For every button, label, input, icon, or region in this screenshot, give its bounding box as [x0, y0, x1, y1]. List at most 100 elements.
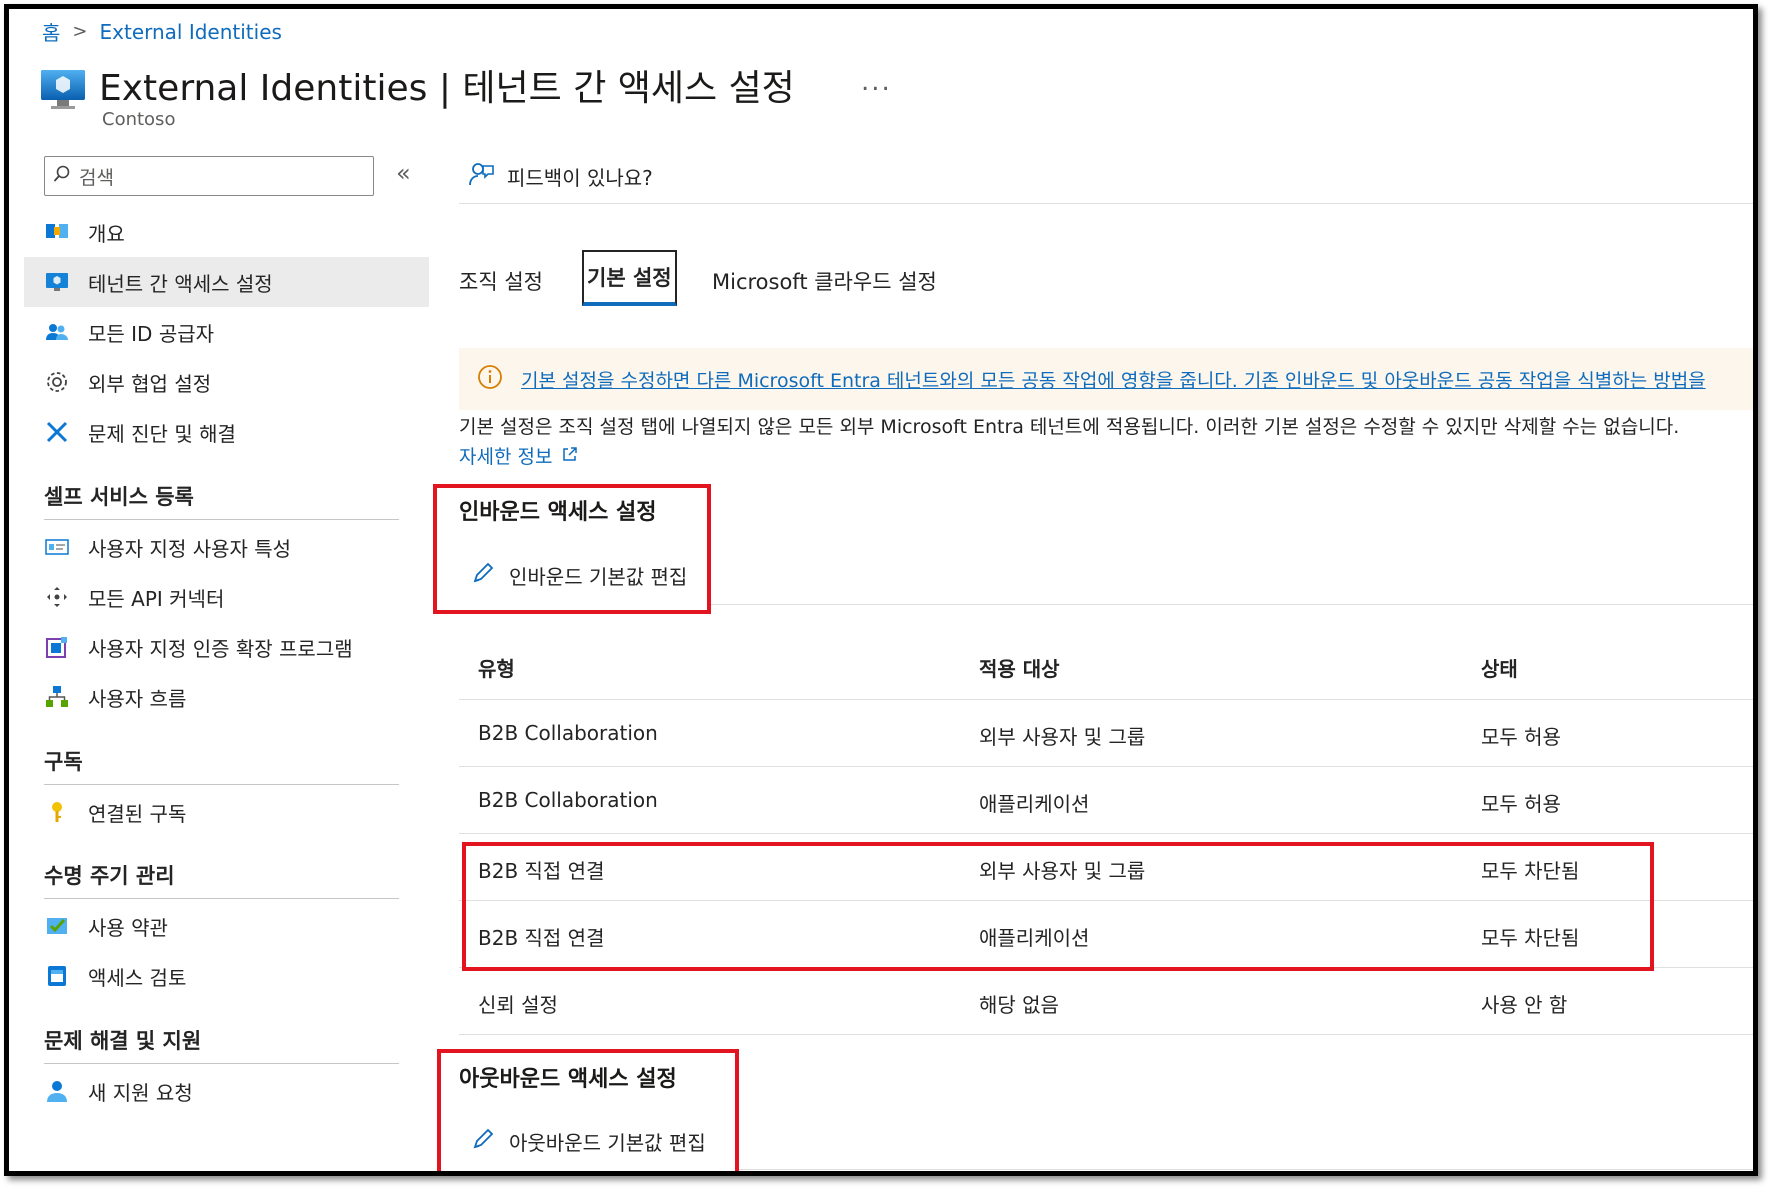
pencil-icon [471, 561, 495, 590]
monitor-icon [39, 64, 87, 112]
portal-frame: 홈 > External Identities External Identit… [4, 4, 1758, 1176]
edit-inbound-defaults-button[interactable]: 인바운드 기본값 편집 [471, 561, 687, 590]
checklist-icon [44, 913, 70, 939]
sidebar-item-label: 모든 ID 공급자 [88, 321, 215, 346]
sidebar-item-cross-tenant-access[interactable]: 테넌트 간 액세스 설정 [24, 257, 429, 307]
sidebar-item-label: 사용 약관 [88, 915, 168, 940]
support-icon [44, 1078, 70, 1104]
tenant-name: Contoso [102, 109, 176, 130]
inbound-section-title: 인바운드 액세스 설정 [459, 500, 657, 525]
sidebar-item-api-connectors[interactable]: 모든 API 커넥터 [24, 572, 429, 622]
table-cell: B2B Collaboration [478, 721, 658, 745]
sidebar-item-label: 모든 API 커넥터 [88, 586, 225, 611]
divider [459, 833, 1753, 834]
divider [711, 604, 1753, 605]
feedback-button[interactable]: 피드백이 있나요? [469, 161, 653, 192]
table-cell: 신뢰 설정 [478, 993, 558, 1017]
sidebar-item-access-reviews[interactable]: 액세스 검토 [24, 951, 429, 1001]
page-title: External Identities | 테넌트 간 액세스 설정 [99, 68, 795, 109]
sidebar-item-external-collab[interactable]: 외부 협업 설정 [24, 357, 429, 407]
sidebar-item-label: 새 지원 요청 [88, 1080, 193, 1105]
sidebar-item-label: 사용자 지정 사용자 특성 [88, 536, 292, 561]
connector-icon [44, 584, 70, 610]
edit-inbound-label: 인바운드 기본값 편집 [509, 565, 688, 589]
tab-default-settings[interactable]: 기본 설정 [582, 250, 677, 306]
sidebar-item-diagnose[interactable]: 문제 진단 및 해결 [24, 407, 429, 457]
divider [739, 1169, 1753, 1170]
sidebar-item-label: 개요 [88, 221, 125, 246]
search-placeholder: 검색 [79, 166, 114, 189]
sidebar-item-label: 문제 진단 및 해결 [88, 421, 236, 446]
divider [459, 766, 1753, 767]
section-header: 구독 [44, 750, 83, 774]
feedback-label: 피드백이 있나요? [507, 166, 653, 190]
breadcrumb-home[interactable]: 홈 [42, 17, 60, 46]
attributes-icon [44, 534, 70, 560]
column-header-type: 유형 [478, 657, 515, 681]
sidebar-item-label: 사용자 지정 인증 확장 프로그램 [88, 636, 353, 661]
banner-link[interactable]: 기본 설정을 수정하면 다른 Microsoft Entra 테넌트와의 모든 … [521, 366, 1706, 393]
column-header-status: 상태 [1481, 657, 1518, 681]
learn-more-label: 자세한 정보 [459, 446, 553, 468]
sidebar-item-linked-subscriptions[interactable]: 연결된 구독 [24, 787, 429, 837]
review-icon [44, 963, 70, 989]
sidebar-item-label: 외부 협업 설정 [88, 371, 212, 396]
table-cell: 외부 사용자 및 그룹 [979, 725, 1146, 749]
sidebar-item-label: 액세스 검토 [88, 965, 187, 990]
tab-org-settings[interactable]: 조직 설정 [459, 254, 543, 308]
table-cell: B2B Collaboration [478, 788, 658, 812]
divider [44, 519, 399, 520]
edit-outbound-label: 아웃바운드 기본값 편집 [509, 1131, 706, 1155]
search-icon [53, 165, 71, 188]
sidebar-item-overview[interactable]: 개요 [24, 207, 429, 257]
divider [44, 1063, 399, 1064]
sidebar-item-label: 사용자 흐름 [88, 686, 187, 711]
feedback-icon [469, 161, 495, 192]
wrench-icon [44, 419, 70, 445]
breadcrumb-current[interactable]: External Identities [100, 20, 282, 44]
gear-icon [44, 369, 70, 395]
search-input[interactable]: 검색 [44, 156, 374, 196]
divider [459, 1034, 1753, 1035]
highlight-box [462, 842, 1654, 971]
sidebar-item-new-support-request[interactable]: 새 지원 요청 [24, 1066, 429, 1116]
monitor-icon [44, 269, 70, 295]
breadcrumb: 홈 > External Identities [42, 17, 282, 46]
table-cell: 해당 없음 [979, 993, 1059, 1017]
users-icon [44, 319, 70, 345]
sidebar-item-auth-extensions[interactable]: 사용자 지정 인증 확장 프로그램 [24, 622, 429, 672]
warning-banner: 기본 설정을 수정하면 다른 Microsoft Entra 테넌트와의 모든 … [459, 348, 1753, 410]
divider [459, 699, 1753, 700]
table-cell: 모두 허용 [1481, 792, 1561, 816]
extension-icon [44, 634, 70, 660]
section-header: 셀프 서비스 등록 [44, 485, 194, 509]
table-cell: 애플리케이션 [979, 792, 1090, 816]
info-icon [477, 364, 503, 394]
column-header-applies-to: 적용 대상 [979, 657, 1060, 681]
flow-icon [44, 684, 70, 710]
overview-icon [44, 219, 70, 245]
sidebar-item-label: 연결된 구독 [88, 801, 187, 826]
table-cell: 사용 안 함 [1481, 993, 1568, 1017]
divider [459, 203, 1753, 204]
sidebar-item-terms-of-use[interactable]: 사용 약관 [24, 901, 429, 951]
sidebar-item-custom-attributes[interactable]: 사용자 지정 사용자 특성 [24, 522, 429, 572]
outbound-section-title: 아웃바운드 액세스 설정 [459, 1067, 677, 1092]
section-header: 수명 주기 관리 [44, 864, 175, 888]
key-icon [44, 799, 70, 825]
collapse-sidebar-button[interactable]: « [396, 159, 411, 187]
tab-microsoft-cloud-settings[interactable]: Microsoft 클라우드 설정 [712, 254, 937, 308]
sidebar-item-label: 테넌트 간 액세스 설정 [88, 271, 273, 296]
divider [44, 784, 399, 785]
learn-more-link[interactable]: 자세한 정보 [459, 442, 578, 469]
chevron-right-icon: > [72, 21, 88, 42]
table-cell: 모두 허용 [1481, 725, 1561, 749]
edit-outbound-defaults-button[interactable]: 아웃바운드 기본값 편집 [471, 1127, 706, 1156]
sidebar-item-user-flows[interactable]: 사용자 흐름 [24, 672, 429, 722]
pencil-icon [471, 1127, 495, 1156]
description-text: 기본 설정은 조직 설정 탭에 나열되지 않은 모든 외부 Microsoft … [459, 416, 1680, 438]
sidebar-item-identity-providers[interactable]: 모든 ID 공급자 [24, 307, 429, 357]
section-header: 문제 해결 및 지원 [44, 1029, 202, 1053]
more-options-button[interactable]: ... [861, 67, 892, 97]
divider [44, 898, 399, 899]
